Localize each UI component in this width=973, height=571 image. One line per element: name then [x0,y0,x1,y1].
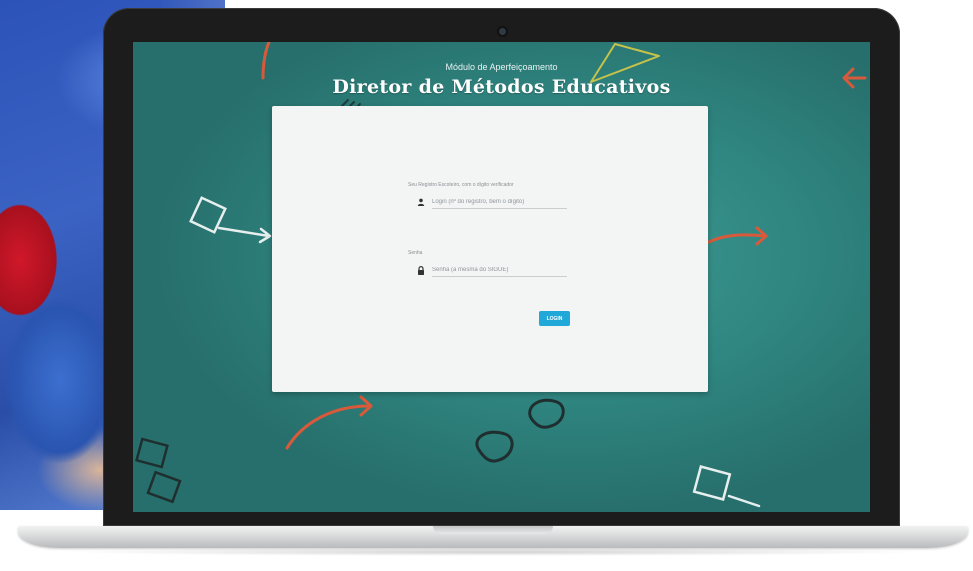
laptop-base [18,526,968,548]
login-button[interactable]: LOGIN [539,311,570,326]
app-screen: Módulo de Aperfeiçoamento Diretor de Mét… [133,42,870,512]
laptop-notch [433,526,553,534]
doodle-red-arrow-right-icon [707,226,768,246]
doodle-footprints-icon [475,398,565,463]
doodle-red-curved-arrow-icon [285,395,373,450]
user-icon [416,197,426,207]
lock-icon [416,265,426,275]
password-label: Senha [408,250,423,256]
camera-icon [498,28,506,35]
page-title: Diretor de Métodos Educativos [332,76,671,98]
module-subtitle: Módulo de Aperfeiçoamento [445,62,558,72]
doodle-square-arrow-icon [189,196,272,244]
username-row [416,195,567,209]
doodle-dark-rectangles-icon [135,437,182,504]
password-input[interactable] [432,263,567,277]
password-row [416,263,567,277]
login-card: Seu Registro Escoteiro, com o dígito ver… [272,106,708,392]
username-label: Seu Registro Escoteiro, com o dígito ver… [408,182,514,188]
laptop-shadow [60,548,930,556]
username-input[interactable] [432,195,567,209]
doodle-white-square-bottom-icon [692,465,761,508]
